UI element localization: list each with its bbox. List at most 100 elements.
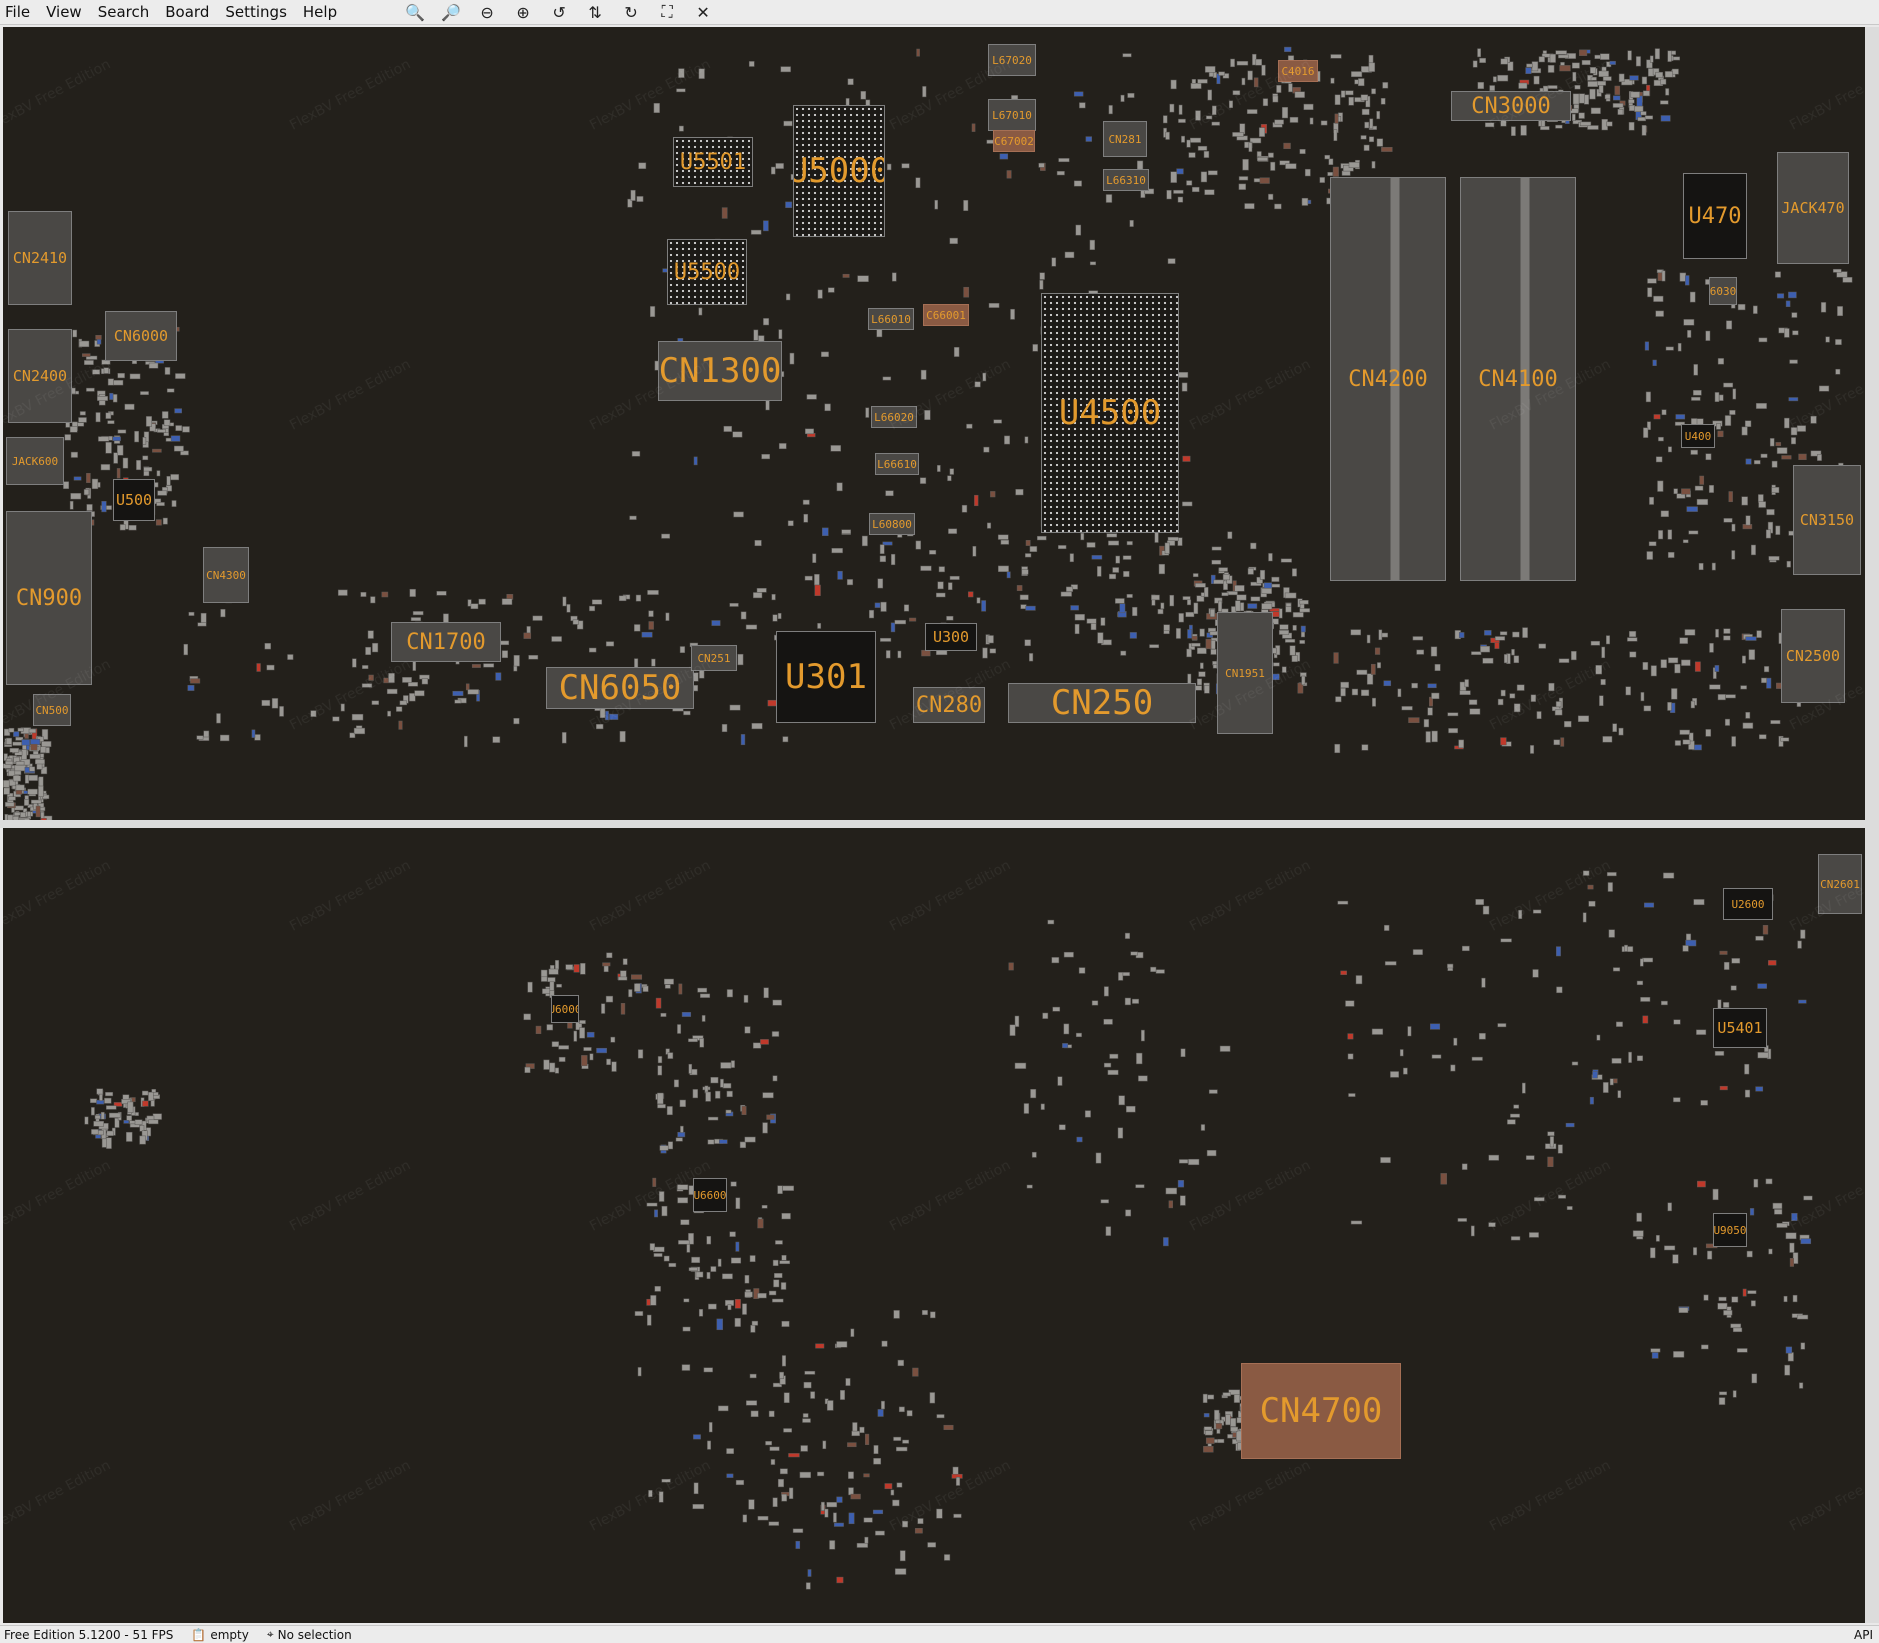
selection-icon: ⌖ [267,1627,274,1642]
fit-view-icon[interactable]: ⛶ [653,1,681,23]
component-u5000[interactable]: U5000 [793,105,885,237]
component-label: U300 [933,628,969,646]
component-cn250[interactable]: CN250 [1008,683,1196,723]
component-u400[interactable]: U400 [1681,424,1715,448]
zoom-in-icon[interactable]: 🔍 [401,1,429,23]
vertical-scrollbar[interactable] [1865,27,1879,1623]
pane-splitter[interactable] [0,820,1879,828]
component-label: L60800 [872,518,912,531]
component-l67010[interactable]: L67010 [988,99,1036,131]
component-c66001[interactable]: C66001 [923,304,969,326]
board-view-top[interactable]: U5000 U5501 U5500 CN1300 U4500 CN4200 CN4100 CN… [3,27,1865,820]
menu-board[interactable]: Board [157,0,217,24]
component-u5501[interactable]: U5501 [673,137,753,187]
component-cn3150[interactable]: CN3150 [1793,465,1861,575]
menu-help[interactable]: Help [295,0,345,24]
component-u4500[interactable]: U4500 [1041,293,1179,533]
component-u9050[interactable]: U9050 [1713,1213,1747,1247]
component-u5401[interactable]: U5401 [1713,1008,1767,1048]
component-cn2601[interactable]: CN2601 [1818,854,1862,914]
component-layer-bottom [3,828,1865,1623]
component-label: CN2500 [1786,647,1840,665]
component-l60800[interactable]: L60800 [869,513,915,535]
component-l60300[interactable]: L60300 [1709,277,1737,305]
status-api: API [1854,1628,1873,1642]
flip-icon[interactable]: ⇅ [581,1,609,23]
component-label: L60300 [1709,285,1737,298]
component-u500[interactable]: U500 [113,479,155,521]
component-cn6000[interactable]: CN6000 [105,311,177,361]
component-u6000[interactable]: U6000 [551,995,579,1023]
component-u6600[interactable]: U6600 [693,1178,727,1212]
component-cn3000[interactable]: CN3000 [1451,91,1571,121]
component-label: CN4700 [1260,1391,1383,1431]
zoom-minus-icon[interactable]: ⊖ [473,1,501,23]
component-cn500[interactable]: CN500 [33,694,71,726]
component-label: CN4100 [1478,367,1557,392]
component-label: L67020 [992,54,1032,67]
component-l66310[interactable]: L66310 [1103,169,1149,191]
rotate-right-icon[interactable]: ↻ [617,1,645,23]
component-cn1300[interactable]: CN1300 [658,341,782,401]
component-label: C4016 [1281,65,1314,78]
component-label: L67010 [992,109,1032,122]
component-label: CN6050 [559,668,682,708]
menu-search[interactable]: Search [90,0,158,24]
component-cn1951[interactable]: CN1951 [1217,612,1273,734]
component-label: C66001 [926,309,966,322]
rotate-left-icon[interactable]: ↺ [545,1,573,23]
component-label: CN1300 [659,351,782,391]
zoom-plus-icon[interactable]: ⊕ [509,1,537,23]
component-c67002[interactable]: C67002 [993,130,1035,152]
component-label: C67002 [994,135,1034,148]
component-u470[interactable]: U470 [1683,173,1747,259]
component-label: CN6000 [114,327,168,345]
component-l66610[interactable]: L66610 [875,453,919,475]
component-cn251[interactable]: CN251 [691,645,737,671]
component-cn2400[interactable]: CN2400 [8,329,72,423]
component-cn4100[interactable]: CN4100 [1460,177,1576,581]
component-label: CN3150 [1800,511,1854,529]
component-cn4200[interactable]: CN4200 [1330,177,1446,581]
component-label: U5000 [793,151,885,191]
component-cn1700[interactable]: CN1700 [391,622,501,662]
component-cn281[interactable]: CN281 [1103,121,1147,157]
component-l66010[interactable]: L66010 [868,308,914,330]
component-label: CN281 [1108,133,1141,146]
component-u300[interactable]: U300 [925,623,977,651]
component-label: U500 [116,491,152,509]
component-cn4300[interactable]: CN4300 [203,547,249,603]
component-cn280[interactable]: CN280 [913,687,985,723]
component-cn2500[interactable]: CN2500 [1781,609,1845,703]
close-icon[interactable]: ✕ [689,1,717,23]
menu-file[interactable]: File [0,0,38,24]
component-label: U6600 [693,1189,726,1202]
component-cn4700[interactable]: CN4700 [1241,1363,1401,1459]
component-label: CN280 [916,693,982,718]
component-label: U5500 [674,260,740,285]
clipboard-icon: 📋 [191,1628,206,1642]
component-label: JACK600 [12,455,58,468]
component-label: CN1951 [1225,667,1265,680]
component-cn6050[interactable]: CN6050 [546,667,694,709]
component-u2600[interactable]: U2600 [1723,888,1773,920]
component-l66020[interactable]: L66020 [871,406,917,428]
component-l67020[interactable]: L67020 [988,44,1036,76]
component-cn900[interactable]: CN900 [6,511,92,685]
component-label: CN4200 [1348,367,1427,392]
component-label: U470 [1689,204,1742,229]
component-u5500[interactable]: U5500 [667,239,747,305]
component-cn2410[interactable]: CN2410 [8,211,72,305]
zoom-out-icon[interactable]: 🔎 [437,1,465,23]
component-jack600[interactable]: JACK600 [6,437,64,485]
board-view-bottom[interactable]: CN4700U2600U5401CN2601U6000U6600U9050Fle… [3,828,1865,1623]
menu-settings[interactable]: Settings [217,0,295,24]
component-u301[interactable]: U301 [776,631,876,723]
component-label: U4500 [1059,393,1161,433]
menu-view[interactable]: View [38,0,90,24]
component-label: CN2601 [1820,878,1860,891]
component-c4016[interactable]: C4016 [1278,60,1318,82]
status-selection: No selection [278,1628,352,1642]
component-jack470[interactable]: JACK470 [1777,152,1849,264]
component-label: CN4300 [206,569,246,582]
